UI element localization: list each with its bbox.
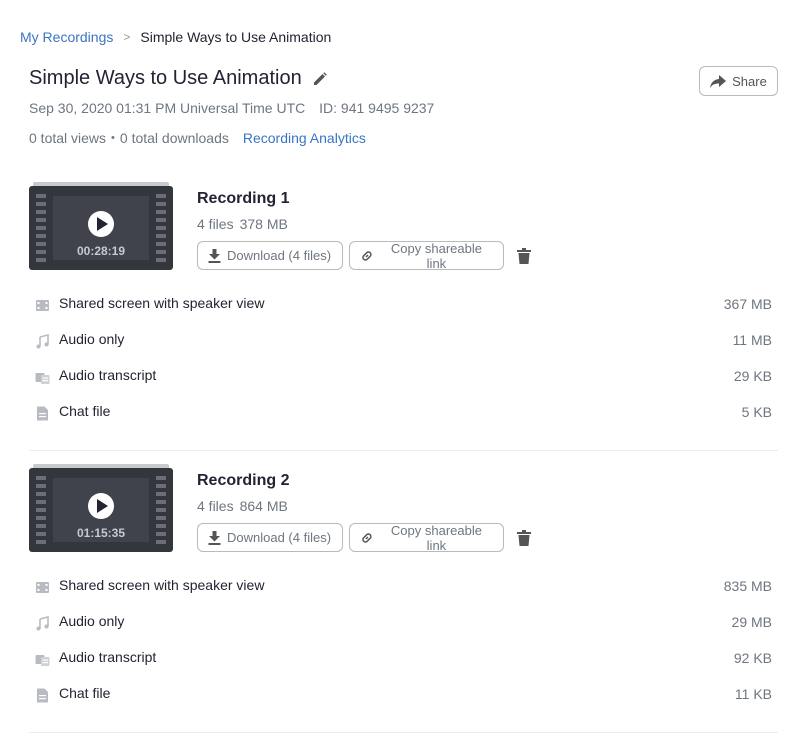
download-button[interactable]: Download (4 files) xyxy=(197,241,343,270)
file-row[interactable]: Audio only 11 MB xyxy=(29,322,778,358)
video-icon xyxy=(36,300,49,311)
file-name[interactable]: Shared screen with speaker view xyxy=(59,295,264,311)
breadcrumb: My Recordings > Simple Ways to Use Anima… xyxy=(20,29,331,45)
recording-name: Recording 2 xyxy=(197,472,290,489)
copy-link-button-label: Copy shareable link xyxy=(390,240,482,271)
file-list: Shared screen with speaker view 835 MB A… xyxy=(29,568,778,712)
recording-duration: 01:15:35 xyxy=(77,526,125,540)
file-size: 835 MB xyxy=(723,578,772,594)
recording-thumbnail[interactable]: 01:15:35 xyxy=(29,464,173,552)
share-arrow-icon xyxy=(710,74,727,88)
file-row[interactable]: Audio transcript 29 KB xyxy=(29,358,778,394)
file-size: 11 KB xyxy=(734,686,772,702)
download-button[interactable]: Download (4 files) xyxy=(197,523,343,552)
pencil-edit-icon[interactable] xyxy=(312,71,328,87)
meeting-id: ID: 941 9495 9237 xyxy=(319,100,435,116)
download-button-label: Download (4 files) xyxy=(227,530,332,545)
file-name[interactable]: Shared screen with speaker view xyxy=(59,577,264,593)
section-divider xyxy=(29,450,778,451)
file-name[interactable]: Audio only xyxy=(59,331,124,347)
trash-icon[interactable] xyxy=(517,530,531,546)
transcript-icon xyxy=(35,373,50,384)
recording-duration: 00:28:19 xyxy=(77,244,125,258)
file-name[interactable]: Chat file xyxy=(59,403,110,419)
recording-stats: 0 total views • 0 total downloads Record… xyxy=(29,130,366,146)
copy-shareable-link-button[interactable]: Copy shareable link xyxy=(349,240,504,271)
download-icon xyxy=(208,530,221,545)
file-row[interactable]: Audio transcript 92 KB xyxy=(29,640,778,676)
recording-files-summary: 4 files 864 MB xyxy=(197,498,288,514)
file-row[interactable]: Chat file 11 KB xyxy=(29,676,778,712)
video-icon xyxy=(36,582,49,593)
copy-link-button-label: Copy shareable link xyxy=(390,522,482,553)
stats-separator: • xyxy=(111,132,115,144)
file-name[interactable]: Audio only xyxy=(59,613,124,629)
file-list: Shared screen with speaker view 367 MB A… xyxy=(29,286,778,430)
breadcrumb-my-recordings-link[interactable]: My Recordings xyxy=(20,29,113,45)
file-row[interactable]: Chat file 5 KB xyxy=(29,394,778,430)
title-row: Simple Ways to Use Animation xyxy=(29,67,328,90)
link-icon xyxy=(362,532,372,543)
file-size: 5 KB xyxy=(741,404,772,420)
download-icon xyxy=(208,248,221,263)
recording-files-summary: 4 files 378 MB xyxy=(197,216,288,232)
file-name[interactable]: Audio transcript xyxy=(59,649,156,665)
trash-icon[interactable] xyxy=(517,248,531,264)
chat-file-icon xyxy=(37,406,48,421)
file-row[interactable]: Shared screen with speaker view 835 MB xyxy=(29,568,778,604)
recording-thumbnail[interactable]: 00:28:19 xyxy=(29,182,173,270)
chat-file-icon xyxy=(37,688,48,703)
recording-datetime: Sep 30, 2020 01:31 PM Universal Time UTC xyxy=(29,100,306,116)
recording-total-size: 864 MB xyxy=(239,498,288,514)
file-size: 11 MB xyxy=(732,332,772,348)
recording-files-count: 4 files xyxy=(197,498,234,514)
file-size: 367 MB xyxy=(723,296,772,312)
play-icon[interactable] xyxy=(88,211,114,237)
section-divider xyxy=(29,732,778,733)
file-size: 29 KB xyxy=(733,368,772,384)
file-size: 92 KB xyxy=(733,650,772,666)
file-name[interactable]: Audio transcript xyxy=(59,367,156,383)
audio-icon xyxy=(36,334,49,349)
audio-icon xyxy=(36,616,49,631)
breadcrumb-current: Simple Ways to Use Animation xyxy=(140,29,332,45)
page-title: Simple Ways to Use Animation xyxy=(29,67,302,89)
link-icon xyxy=(362,250,372,261)
file-row[interactable]: Shared screen with speaker view 367 MB xyxy=(29,286,778,322)
recording-meta: Sep 30, 2020 01:31 PM Universal Time UTC… xyxy=(29,100,434,116)
copy-shareable-link-button[interactable]: Copy shareable link xyxy=(349,522,504,553)
recording-analytics-link[interactable]: Recording Analytics xyxy=(243,130,366,146)
file-row[interactable]: Audio only 29 MB xyxy=(29,604,778,640)
recording-total-size: 378 MB xyxy=(239,216,288,232)
total-views: 0 total views xyxy=(29,130,107,146)
share-button-label: Share xyxy=(732,73,767,89)
play-icon[interactable] xyxy=(88,493,114,519)
transcript-icon xyxy=(35,655,50,666)
file-name[interactable]: Chat file xyxy=(59,685,110,701)
breadcrumb-separator: > xyxy=(123,30,131,44)
file-size: 29 MB xyxy=(731,614,772,630)
recording-name: Recording 1 xyxy=(197,190,290,207)
download-button-label: Download (4 files) xyxy=(227,248,332,263)
total-downloads: 0 total downloads xyxy=(119,130,229,146)
recording-files-count: 4 files xyxy=(197,216,234,232)
share-button[interactable]: Share xyxy=(699,66,778,96)
